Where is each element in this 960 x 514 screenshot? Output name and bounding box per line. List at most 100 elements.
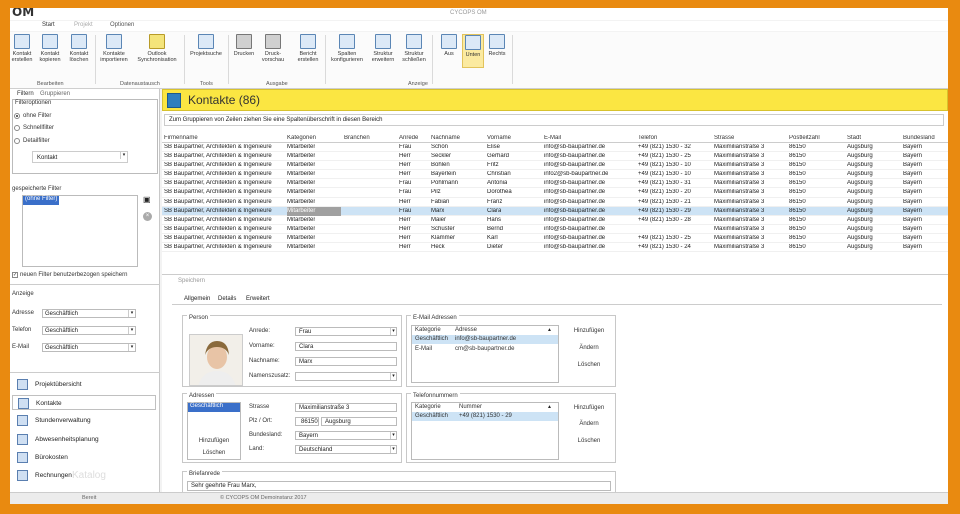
structure-collapse-button[interactable]: Struktur schließen <box>400 34 428 63</box>
table-row[interactable]: SB Baupartner, Architekten & Ingenieure M… <box>162 161 948 171</box>
table-row[interactable]: SB Baupartner, Architekten & Ingenieure M… <box>162 225 948 234</box>
table-cell: 86150 <box>789 244 806 251</box>
email-select[interactable]: Geschäftlich ▾ <box>42 343 136 352</box>
tab-optionen[interactable]: Optionen <box>110 22 134 28</box>
contacts-import-button[interactable]: Kontakte importieren <box>98 34 130 63</box>
tab-start[interactable]: Start <box>42 22 55 28</box>
column-header[interactable]: Stadt <box>847 135 861 141</box>
table-cell: Maximilianstraße 3 <box>714 153 765 160</box>
table-row[interactable]: SB Baupartner, Architekten & Ingenieure M… <box>162 243 948 253</box>
table-cell: Clara <box>487 207 502 214</box>
ort-input[interactable]: Augsburg <box>321 417 397 426</box>
table-row[interactable]: SB Baupartner, Architekten & Ingenieure M… <box>162 234 948 244</box>
grouping-area[interactable]: Zum Gruppieren von Zeilen ziehen Sie ein… <box>164 114 944 126</box>
save-button[interactable]: Speichern <box>178 278 205 284</box>
email-delete-button[interactable]: Löschen <box>565 362 613 368</box>
table-cell: Bayern <box>903 153 923 160</box>
phone-delete-button[interactable]: Löschen <box>565 438 613 444</box>
address-add-button[interactable]: Hinzufügen <box>187 438 241 444</box>
column-header[interactable]: Vorname <box>487 135 511 141</box>
structure-expand-button[interactable]: Struktur erweitern <box>369 34 397 63</box>
sort-icon[interactable]: ▲ <box>547 327 552 333</box>
column-header[interactable]: Postleitzahl <box>789 135 820 141</box>
plz-input[interactable]: 86150 <box>295 417 319 426</box>
columns-icon <box>339 34 355 49</box>
radio-quick-filter[interactable] <box>14 125 20 131</box>
column-header[interactable]: Telefon <box>638 135 657 141</box>
report-create-button[interactable]: Bericht erstellen <box>295 34 321 63</box>
nachname-input[interactable]: Marx <box>295 357 397 366</box>
tab-filtern[interactable]: Filtern <box>17 91 34 97</box>
tab-projekt[interactable]: Projekt <box>74 22 93 28</box>
table-row[interactable]: SB Baupartner, Architekten & Ingenieure M… <box>162 143 948 153</box>
table-row[interactable]: SB Baupartner, Architekten & Ingenieure M… <box>162 179 948 189</box>
column-header[interactable]: Nachname <box>431 135 460 141</box>
table-cell: Mitarbeiter <box>287 144 316 150</box>
save-icon[interactable]: ▣ <box>143 195 151 204</box>
telefon-select[interactable]: Geschäftlich ▾ <box>42 326 136 335</box>
contacts-grid: Firmenname Kategorien Branchen Anrede Nachna… <box>162 133 948 253</box>
layout-right-button[interactable]: Rechts <box>486 34 508 57</box>
table-row[interactable]: SB Baupartner, Architekten & Ingenieure M… <box>162 216 948 225</box>
checkbox[interactable]: ✓ <box>12 272 18 278</box>
adresse-select[interactable]: Geschäftlich ▾ <box>42 309 136 318</box>
tab-details[interactable]: Details <box>218 296 236 302</box>
columns-configure-button[interactable]: Spalten konfigurieren <box>328 34 366 63</box>
phone-edit-button[interactable]: Ändern <box>565 421 613 427</box>
delete-icon[interactable]: × <box>143 212 152 221</box>
tab-gruppieren[interactable]: Gruppieren <box>40 91 70 97</box>
import-icon <box>106 34 122 49</box>
email-edit-button[interactable]: Ändern <box>565 345 613 351</box>
vorname-input[interactable]: Clara <box>295 342 397 351</box>
namenszusatz-select[interactable]: ▾ <box>295 372 397 381</box>
column-header[interactable]: Strasse <box>714 135 734 141</box>
contact-delete-button[interactable]: Kontakt löschen <box>67 34 91 63</box>
table-row[interactable]: SB Baupartner, Architekten & Ingenieure M… <box>162 170 948 180</box>
filter-select[interactable]: Kontakt ▾ <box>32 151 128 163</box>
briefanrede-input[interactable]: Sehr geehrte Frau Marx, <box>187 481 611 491</box>
column-header[interactable]: Branchen <box>344 135 370 141</box>
bundesland-select[interactable]: Bayern ▾ <box>295 431 397 440</box>
column-header[interactable]: E-Mail <box>544 135 561 141</box>
radio-no-filter[interactable] <box>14 113 20 119</box>
table-cell: Augsburg <box>847 171 873 178</box>
table-cell: Fabian <box>431 198 450 205</box>
nav-stundenverwaltung[interactable]: Stundenverwaltung <box>12 413 156 428</box>
phone-add-button[interactable]: Hinzufügen <box>565 405 613 411</box>
table-row[interactable]: SB Baupartner, Architekten & Ingenieure M… <box>162 152 948 162</box>
button-label: Drucken <box>233 51 255 57</box>
layout-off-button[interactable]: Aus <box>438 34 460 57</box>
table-row[interactable]: SB Baupartner, Architekten & Ingenieure M… <box>162 198 948 207</box>
project-search-button[interactable]: Projektsuche <box>187 34 225 57</box>
outlook-sync-button[interactable]: Outlook Synchronisation <box>134 34 180 63</box>
layout-bottom-button[interactable]: Unten <box>462 34 484 68</box>
column-header[interactable]: Kategorien <box>287 135 316 141</box>
radio-detail-filter[interactable] <box>14 138 20 144</box>
table-row[interactable]: SB Baupartner, Architekten & Ingenieure M… <box>162 188 948 198</box>
sort-icon[interactable]: ▲ <box>547 404 552 410</box>
table-cell: SB Baupartner, Architekten & Ingenieure <box>164 216 272 223</box>
contact-create-button[interactable]: Kontakt erstellen <box>11 34 33 63</box>
nav-buerokosten[interactable]: Bürokosten <box>12 450 156 465</box>
table-row[interactable]: SB Baupartner, Architekten & Ingenieure M… <box>162 206 948 216</box>
email-add-button[interactable]: Hinzufügen <box>565 328 613 334</box>
strasse-input[interactable]: Maximilianstraße 3 <box>295 403 397 412</box>
column-header[interactable]: Firmenname <box>164 135 198 141</box>
contacts-icon <box>18 398 29 409</box>
column-header[interactable]: Anrede <box>399 135 418 141</box>
address-delete-button[interactable]: Löschen <box>187 450 241 456</box>
column-header[interactable]: Bundesland <box>903 135 935 141</box>
print-preview-button[interactable]: Druck- vorschau <box>260 34 286 63</box>
print-button[interactable]: Drucken <box>231 34 257 57</box>
nav-projektuebersicht[interactable]: Projektübersicht <box>12 377 156 392</box>
anrede-select[interactable]: Frau ▾ <box>295 327 397 336</box>
tab-erweitert[interactable]: Erweitert <box>246 296 270 302</box>
address-list-item[interactable]: Geschäftlich <box>188 403 240 412</box>
tab-allgemein[interactable]: Allgemein <box>184 296 210 302</box>
nav-abwesenheitsplanung[interactable]: Abwesenheitsplanung <box>12 432 156 447</box>
saved-filter-item[interactable]: (ohne Filter) <box>23 196 59 205</box>
radio-quick-filter-label: Schnellfilter <box>23 125 55 131</box>
land-select[interactable]: Deutschland ▾ <box>295 445 397 454</box>
contact-copy-button[interactable]: Kontakt kopieren <box>38 34 62 63</box>
nav-kontakte[interactable]: Kontakte <box>12 395 156 410</box>
